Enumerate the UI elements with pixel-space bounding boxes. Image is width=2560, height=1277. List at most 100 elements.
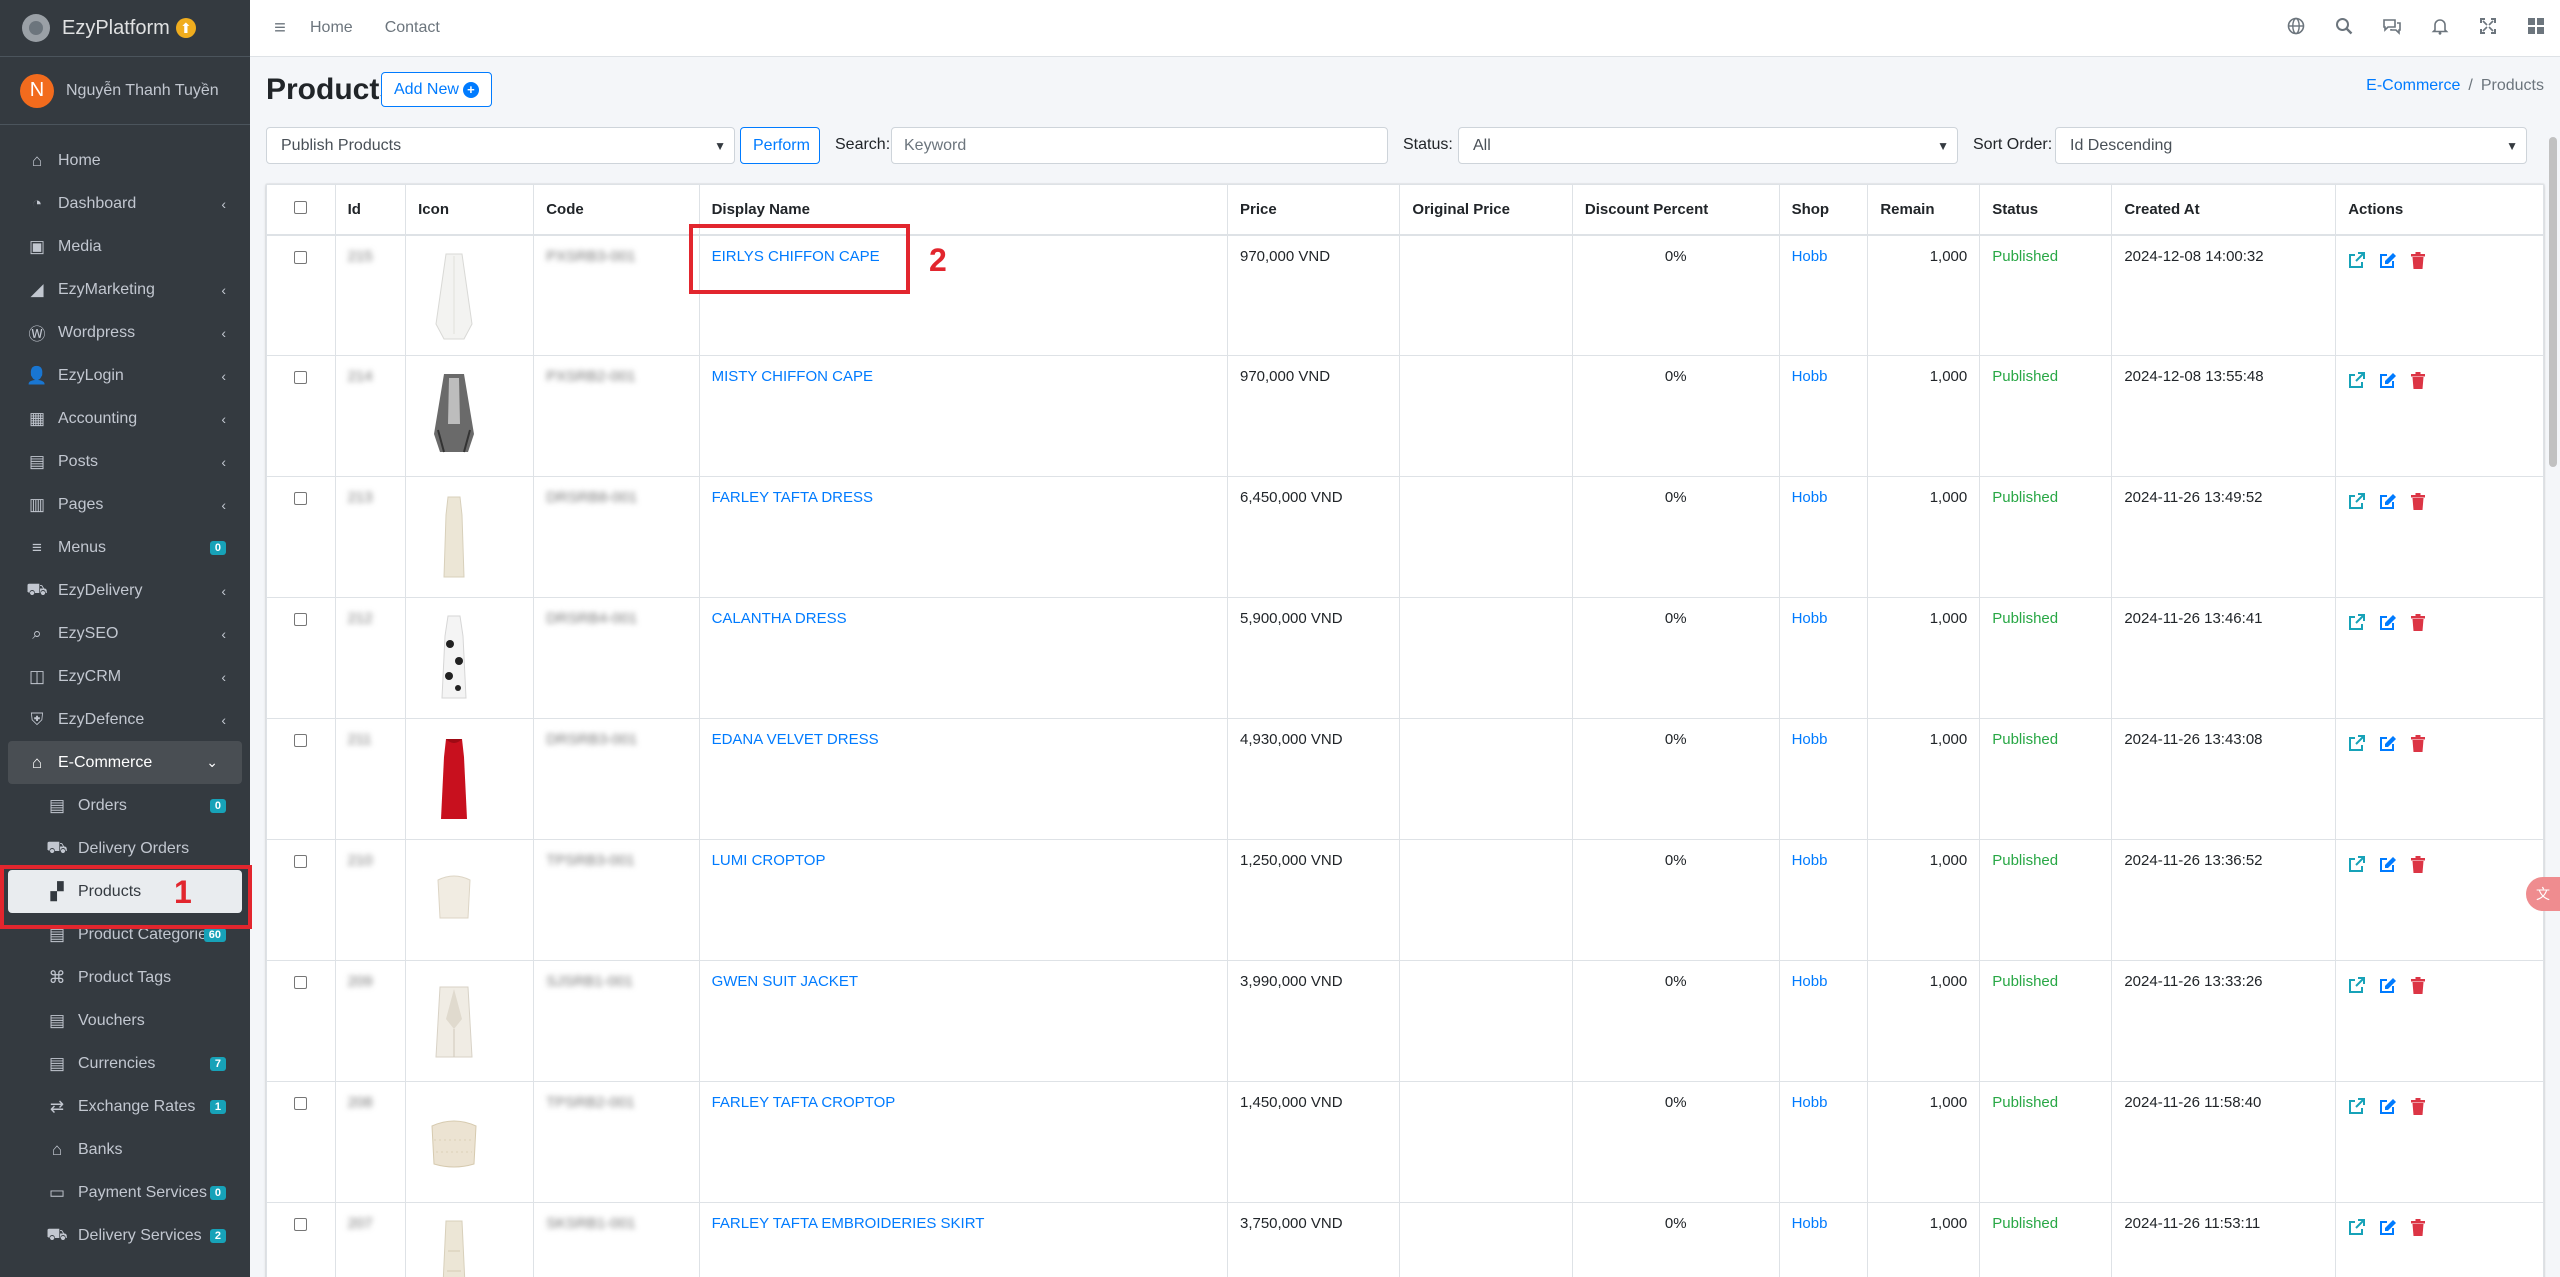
add-new-button[interactable]: Add New + [381, 72, 492, 107]
sidebar-item-delivery-orders[interactable]: ⛟ Delivery Orders [0, 827, 250, 870]
trash-icon[interactable] [2411, 493, 2426, 515]
col-shop[interactable]: Shop [1778, 184, 1869, 236]
shop-link[interactable]: Hobb [1792, 852, 1828, 869]
row-checkbox[interactable] [294, 976, 308, 989]
product-name-link[interactable]: FARLEY TAFTA DRESS [712, 489, 873, 506]
shop-link[interactable]: Hobb [1792, 1094, 1828, 1111]
sidebar-item-e-commerce[interactable]: ⌂ E-Commerce ⌄ [8, 741, 242, 784]
chat-icon[interactable] [2368, 17, 2416, 40]
sidebar-item-orders[interactable]: ▤ Orders 0 [0, 784, 250, 827]
search-icon[interactable] [2320, 17, 2368, 40]
breadcrumb-ecommerce[interactable]: E-Commerce [2366, 77, 2460, 94]
sidebar-item-home[interactable]: ⌂ Home [0, 139, 250, 182]
external-link-icon[interactable] [2348, 1219, 2366, 1241]
sidebar-item-ezylogin[interactable]: 👤 EzyLogin ‹ [0, 354, 250, 397]
perform-button[interactable]: Perform [740, 127, 820, 164]
bell-icon[interactable] [2416, 17, 2464, 40]
sidebar-item-ezyseo[interactable]: ⌕ EzySEO ‹ [0, 612, 250, 655]
sidebar-item-product-tags[interactable]: ⌘ Product Tags [0, 956, 250, 999]
sidebar-item-pages[interactable]: ▥ Pages ‹ [0, 483, 250, 526]
fullscreen-icon[interactable] [2464, 17, 2512, 40]
sidebar-item-media[interactable]: ▣ Media [0, 225, 250, 268]
external-link-icon[interactable] [2348, 856, 2366, 878]
col-remain[interactable]: Remain [1867, 184, 1981, 236]
shop-link[interactable]: Hobb [1792, 489, 1828, 506]
status-select[interactable]: All ▼ [1458, 127, 1958, 164]
product-name-link[interactable]: CALANTHA DRESS [712, 610, 847, 627]
shop-link[interactable]: Hobb [1792, 973, 1828, 990]
sidebar-item-dashboard[interactable]: ◔ Dashboard ‹ [0, 182, 250, 225]
search-input[interactable]: Keyword [891, 127, 1388, 164]
nav-link-contact[interactable]: Contact [385, 19, 440, 37]
apps-grid-icon[interactable] [2512, 17, 2560, 40]
shop-link[interactable]: Hobb [1792, 610, 1828, 627]
sidebar-item-ezydelivery[interactable]: ⛟ EzyDelivery ‹ [0, 569, 250, 612]
sidebar-item-ezydefence[interactable]: ⛨ EzyDefence ‹ [0, 698, 250, 741]
globe-icon[interactable] [2272, 17, 2320, 40]
user-panel[interactable]: N Nguyễn Thanh Tuyền [0, 57, 250, 125]
trash-icon[interactable] [2411, 614, 2426, 636]
external-link-icon[interactable] [2348, 372, 2366, 394]
edit-icon[interactable] [2379, 735, 2397, 757]
upgrade-icon[interactable]: ⬆ [175, 18, 196, 38]
edit-icon[interactable] [2379, 856, 2397, 878]
edit-icon[interactable] [2379, 252, 2397, 274]
row-checkbox[interactable] [294, 1097, 308, 1110]
edit-icon[interactable] [2379, 977, 2397, 999]
row-checkbox[interactable] [294, 613, 308, 626]
external-link-icon[interactable] [2348, 251, 2366, 274]
sidebar-item-exchange-rates[interactable]: ⇄ Exchange Rates 1 [0, 1085, 250, 1128]
row-checkbox[interactable] [294, 1218, 308, 1231]
edit-icon[interactable] [2379, 493, 2397, 515]
product-name-link[interactable]: FARLEY TAFTA CROPTOP [712, 1094, 896, 1111]
brand[interactable]: EzyPlatform ⬆ [0, 0, 250, 57]
col-created-at[interactable]: Created At [2111, 184, 2337, 236]
external-link-icon[interactable] [2348, 493, 2366, 515]
sidebar-item-currencies[interactable]: ▤ Currencies 7 [0, 1042, 250, 1085]
external-link-icon[interactable] [2348, 977, 2366, 999]
select-all-checkbox[interactable] [294, 200, 308, 214]
external-link-icon[interactable] [2348, 735, 2366, 757]
sidebar-item-delivery-services[interactable]: ⛟ Delivery Services 2 [0, 1214, 250, 1257]
sidebar-item-banks[interactable]: ⌂ Banks [0, 1128, 250, 1171]
sidebar-item-ezymarketing[interactable]: ◢ EzyMarketing ‹ [0, 268, 250, 311]
product-name-link[interactable]: LUMI CROPTOP [712, 852, 826, 869]
col-discount-percent[interactable]: Discount Percent [1571, 184, 1780, 236]
shop-link[interactable]: Hobb [1792, 248, 1828, 265]
row-checkbox[interactable] [294, 250, 308, 264]
page-scrollbar[interactable] [2546, 57, 2560, 1277]
nav-link-home[interactable]: Home [310, 19, 353, 37]
trash-icon[interactable] [2411, 856, 2426, 878]
trash-icon[interactable] [2411, 1219, 2426, 1241]
sidebar-item-vouchers[interactable]: ▤ Vouchers [0, 999, 250, 1042]
external-link-icon[interactable] [2348, 1098, 2366, 1120]
sidebar-item-accounting[interactable]: ▦ Accounting ‹ [0, 397, 250, 440]
menu-toggle-icon[interactable]: ≡ [250, 17, 310, 40]
edit-icon[interactable] [2379, 1098, 2397, 1120]
sidebar-item-posts[interactable]: ▤ Posts ‹ [0, 440, 250, 483]
trash-icon[interactable] [2411, 251, 2426, 274]
trash-icon[interactable] [2411, 1098, 2426, 1120]
col-original-price[interactable]: Original Price [1399, 184, 1573, 236]
product-name-link[interactable]: GWEN SUIT JACKET [712, 973, 858, 990]
row-checkbox[interactable] [294, 371, 308, 384]
sort-order-select[interactable]: Id Descending ▼ [2055, 127, 2527, 164]
product-name-link[interactable]: EDANA VELVET DRESS [712, 731, 879, 748]
trash-icon[interactable] [2411, 735, 2426, 757]
trash-icon[interactable] [2411, 372, 2426, 394]
scrollbar-thumb[interactable] [2549, 137, 2557, 467]
col-price[interactable]: Price [1226, 184, 1401, 236]
shop-link[interactable]: Hobb [1792, 731, 1828, 748]
bulk-action-select[interactable]: Publish Products ▼ [266, 127, 735, 164]
row-checkbox[interactable] [294, 855, 308, 868]
edit-icon[interactable] [2379, 614, 2397, 636]
row-checkbox[interactable] [294, 492, 308, 505]
translate-icon[interactable]: 文 [2526, 877, 2560, 911]
col-status[interactable]: Status [1979, 184, 2113, 236]
col-id[interactable]: Id [334, 184, 407, 236]
external-link-icon[interactable] [2348, 614, 2366, 636]
product-name-link[interactable]: MISTY CHIFFON CAPE [712, 368, 873, 385]
shop-link[interactable]: Hobb [1792, 368, 1828, 385]
sidebar-item-ezycrm[interactable]: ◫ EzyCRM ‹ [0, 655, 250, 698]
edit-icon[interactable] [2379, 372, 2397, 394]
